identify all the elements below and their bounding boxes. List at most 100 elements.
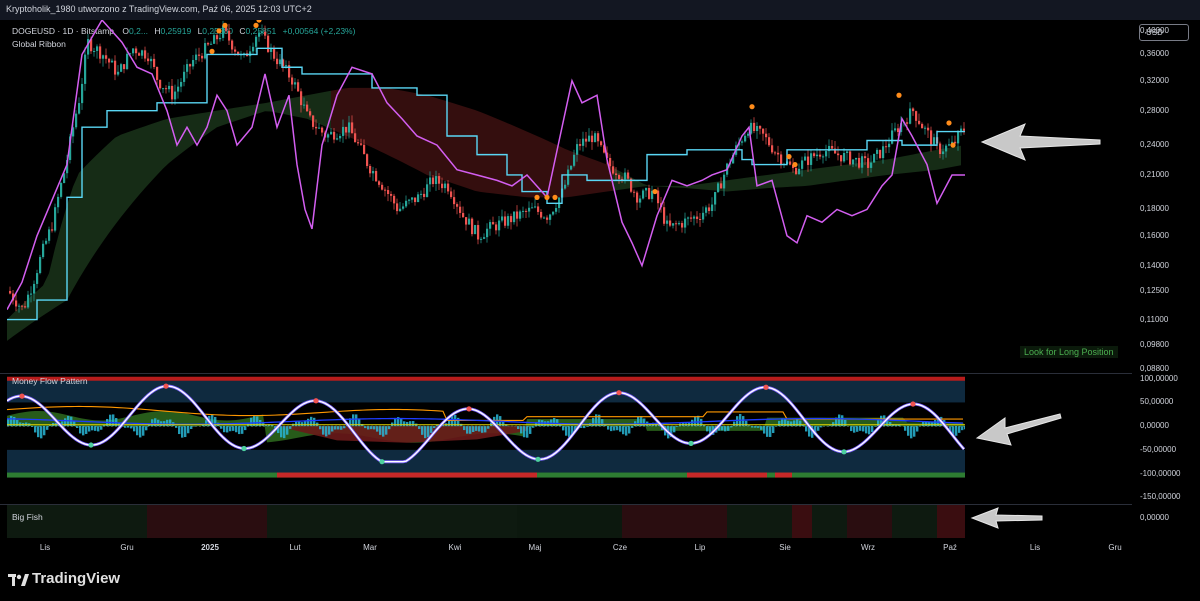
price-tick-label: 0,11000	[1140, 314, 1169, 324]
candle-body	[9, 290, 12, 294]
candle-body	[219, 37, 222, 40]
candle-body	[45, 240, 48, 244]
candle-body	[801, 160, 804, 169]
price-tick-label: 0,40000	[1140, 25, 1169, 35]
price-axis[interactable]: 0,40000 0,36000 0,32000 0,28000 0,24000 0,210…	[1132, 20, 1200, 374]
candle-body	[267, 35, 270, 52]
candle-body	[744, 135, 747, 142]
flow-histogram-bar	[766, 426, 769, 437]
candle-body	[528, 207, 531, 212]
candle-body	[201, 55, 204, 59]
candle-body	[198, 54, 201, 56]
flow-histogram-bar	[874, 426, 877, 427]
flow-histogram-bar	[427, 426, 430, 438]
flow-histogram-bar	[727, 426, 730, 431]
flow-histogram-bar	[958, 426, 961, 433]
candle-body	[258, 32, 261, 37]
tradingview-logo[interactable]: TradingView	[8, 570, 120, 587]
flow-histogram-bar	[856, 426, 859, 432]
signal-dot	[256, 20, 262, 23]
candle-body	[948, 144, 951, 146]
candle-body	[522, 210, 525, 212]
candle-body	[126, 53, 129, 70]
candle-body	[153, 58, 156, 67]
flow-histogram-bar	[130, 426, 133, 429]
candle-body	[495, 224, 498, 231]
flow-histogram-bar	[619, 426, 622, 432]
flow-histogram-bar	[754, 426, 757, 428]
flow-histogram-bar	[37, 426, 40, 438]
candle-body	[192, 60, 195, 67]
flow-histogram-bar	[79, 426, 82, 434]
flow-histogram-bar	[628, 426, 631, 434]
candle-body	[771, 145, 774, 153]
candle-body	[627, 172, 630, 179]
big-fish-title[interactable]: Big Fish	[12, 512, 43, 522]
flow-histogram-bar	[85, 426, 88, 434]
candle-body	[93, 50, 96, 52]
money-flow-axis[interactable]: 100,00000 50,00000 0,00000 -50,00000 -100,00…	[1132, 374, 1200, 502]
time-tick-label: Lip	[694, 543, 706, 552]
big-fish-segment	[727, 505, 792, 538]
flow-histogram-bar	[412, 421, 415, 427]
big-fish-segment	[622, 505, 727, 538]
candle-body	[585, 138, 588, 142]
money-flow-title[interactable]: Money Flow Pattern	[12, 376, 88, 386]
money-flow-tick-label: -50,00000	[1140, 444, 1177, 454]
flow-histogram-bar	[238, 426, 241, 435]
flow-histogram-bar	[523, 426, 526, 438]
flow-histogram-bar	[226, 426, 229, 433]
flow-histogram-bar	[91, 426, 94, 431]
flow-histogram-bar	[34, 426, 37, 433]
big-fish-segment	[267, 505, 517, 538]
candle-body	[309, 111, 312, 116]
sell-dot	[466, 406, 472, 412]
candle-body	[21, 305, 24, 307]
candle-body	[132, 48, 135, 54]
flow-histogram-bar	[220, 426, 223, 429]
candle-body	[906, 122, 909, 124]
candle-body	[516, 211, 519, 219]
flow-histogram-bar	[760, 426, 763, 430]
candle-body	[393, 195, 396, 204]
flow-histogram-bar	[832, 422, 835, 427]
annotation-arrow-mfp	[975, 413, 1062, 446]
flow-histogram-bar	[799, 420, 802, 427]
candle-body	[228, 30, 231, 41]
flow-histogram-bar	[340, 426, 343, 430]
candle-body	[438, 176, 441, 184]
big-fish-pane[interactable]	[7, 505, 965, 538]
flow-histogram-bar	[175, 426, 178, 428]
candle-body	[345, 126, 348, 133]
big-fish-axis[interactable]: 0,00000	[1132, 505, 1200, 538]
candle-body	[504, 216, 507, 226]
flow-histogram-bar	[472, 426, 475, 433]
sell-dot	[763, 384, 769, 390]
flow-histogram-bar	[187, 426, 190, 434]
candle-body	[816, 154, 819, 157]
buy-dot	[379, 459, 385, 465]
flow-histogram-bar	[475, 426, 478, 431]
price-pane[interactable]	[7, 20, 965, 372]
money-flow-pane[interactable]	[7, 374, 965, 502]
candle-body	[453, 197, 456, 205]
candle-body	[756, 125, 759, 132]
candle-body	[534, 206, 537, 208]
candle-body	[186, 64, 189, 72]
signal-dot	[950, 142, 956, 148]
candle-body	[846, 151, 849, 153]
candle-body	[921, 123, 924, 129]
candle-body	[264, 31, 267, 36]
candle-body	[882, 146, 885, 159]
flow-histogram-bar	[322, 426, 325, 435]
candle-body	[318, 127, 321, 129]
candle-body	[912, 108, 915, 112]
flow-histogram-bar	[406, 421, 409, 427]
flow-histogram-bar	[418, 426, 421, 429]
candle-body	[177, 86, 180, 92]
candle-body	[864, 156, 867, 159]
flow-histogram-bar	[463, 426, 466, 431]
candle-body	[117, 71, 120, 75]
candle-body	[576, 144, 579, 155]
money-flow-tick-label: 100,00000	[1140, 373, 1178, 383]
